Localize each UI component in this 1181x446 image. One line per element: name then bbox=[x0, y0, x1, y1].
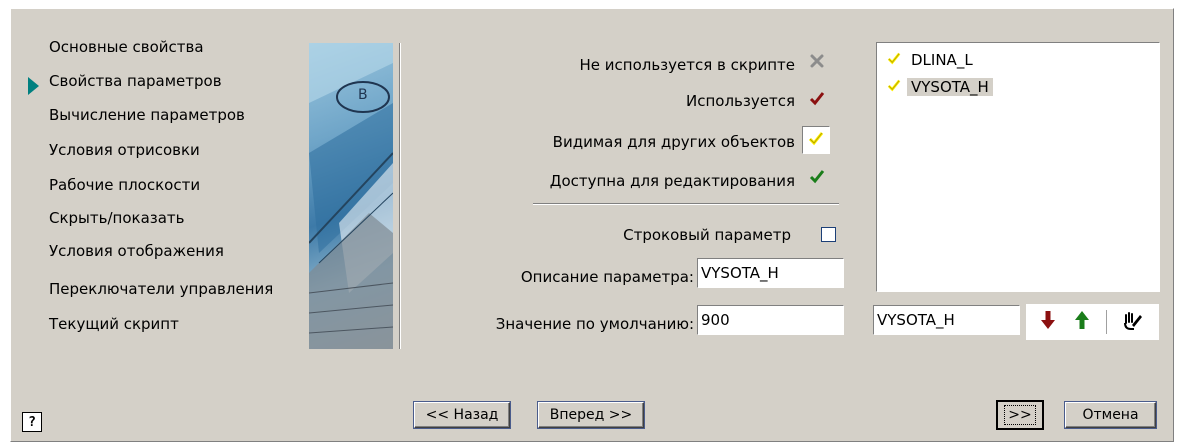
yellow-check-icon bbox=[887, 78, 901, 96]
tool-divider bbox=[1106, 310, 1107, 334]
visible-label: Видимая для других объектов bbox=[552, 133, 795, 151]
nav-item-current-script[interactable]: Текущий скрипт bbox=[49, 315, 179, 333]
not-used-label: Не используется в скрипте bbox=[579, 56, 795, 74]
yellow-check-icon bbox=[887, 51, 901, 69]
nav-item-control-switches[interactable]: Переключатели управления bbox=[49, 280, 273, 298]
list-item[interactable]: DLINA_L bbox=[887, 49, 977, 71]
move-down-button[interactable] bbox=[1036, 310, 1060, 334]
parameter-name-input[interactable]: VYSOTA_H bbox=[873, 305, 1020, 335]
editable-label: Доступна для редактирования bbox=[549, 172, 795, 190]
red-down-arrow-icon bbox=[1039, 310, 1057, 334]
default-value-input[interactable]: 900 bbox=[697, 305, 844, 335]
nav-item-work-planes[interactable]: Рабочие плоскости bbox=[49, 176, 200, 194]
nav-item-hide-show[interactable]: Скрыть/показать bbox=[49, 209, 185, 227]
vertical-divider bbox=[399, 43, 400, 349]
finish-button-label: >> bbox=[1004, 405, 1036, 425]
image-badge-letter: B bbox=[358, 87, 368, 103]
string-parameter-label: Строковый параметр bbox=[623, 226, 791, 244]
visible-button[interactable] bbox=[802, 126, 830, 154]
help-button[interactable]: ? bbox=[22, 412, 42, 432]
nav-item-display-conditions[interactable]: Условия отображения bbox=[49, 242, 224, 260]
used-button[interactable] bbox=[805, 89, 829, 111]
description-input[interactable]: VYSOTA_H bbox=[697, 258, 844, 288]
parameter-list[interactable]: DLINA_L VYSOTA_H bbox=[876, 42, 1160, 292]
list-item-label: VYSOTA_H bbox=[907, 78, 993, 96]
horizontal-divider bbox=[533, 203, 839, 204]
list-item-selected[interactable]: VYSOTA_H bbox=[887, 76, 993, 98]
gray-x-icon bbox=[809, 53, 825, 73]
wizard-dialog: Основные свойства Свойства параметров Вы… bbox=[10, 8, 1174, 442]
active-item-arrow-icon bbox=[28, 77, 39, 95]
nav-item-parameter-properties[interactable]: Свойства параметров bbox=[49, 72, 222, 90]
back-button[interactable]: << Назад bbox=[413, 401, 511, 429]
cancel-button[interactable]: Отмена bbox=[1064, 401, 1157, 429]
description-label: Описание параметра: bbox=[520, 268, 694, 286]
list-tools-group bbox=[1026, 304, 1159, 340]
string-parameter-checkbox[interactable] bbox=[821, 227, 836, 242]
editable-button[interactable] bbox=[805, 167, 829, 189]
edit-button[interactable] bbox=[1121, 310, 1145, 334]
yellow-check-icon bbox=[808, 130, 824, 150]
used-label: Используется bbox=[686, 92, 795, 110]
hand-pencil-icon bbox=[1122, 309, 1144, 335]
green-check-icon bbox=[809, 168, 825, 188]
wizard-side-image: B bbox=[309, 43, 393, 349]
nav-item-main-properties[interactable]: Основные свойства bbox=[49, 38, 204, 56]
not-used-button[interactable] bbox=[805, 52, 829, 74]
move-up-button[interactable] bbox=[1070, 310, 1094, 334]
nav-item-parameter-calculation[interactable]: Вычисление параметров bbox=[49, 106, 245, 124]
nav-item-draw-conditions[interactable]: Условия отрисовки bbox=[49, 141, 200, 159]
next-button[interactable]: Вперед >> bbox=[537, 401, 645, 429]
list-item-label: DLINA_L bbox=[911, 51, 973, 69]
green-up-arrow-icon bbox=[1073, 310, 1091, 334]
default-value-label: Значение по умолчанию: bbox=[495, 315, 694, 333]
red-check-icon bbox=[809, 90, 825, 110]
finish-button[interactable]: >> bbox=[996, 400, 1044, 430]
